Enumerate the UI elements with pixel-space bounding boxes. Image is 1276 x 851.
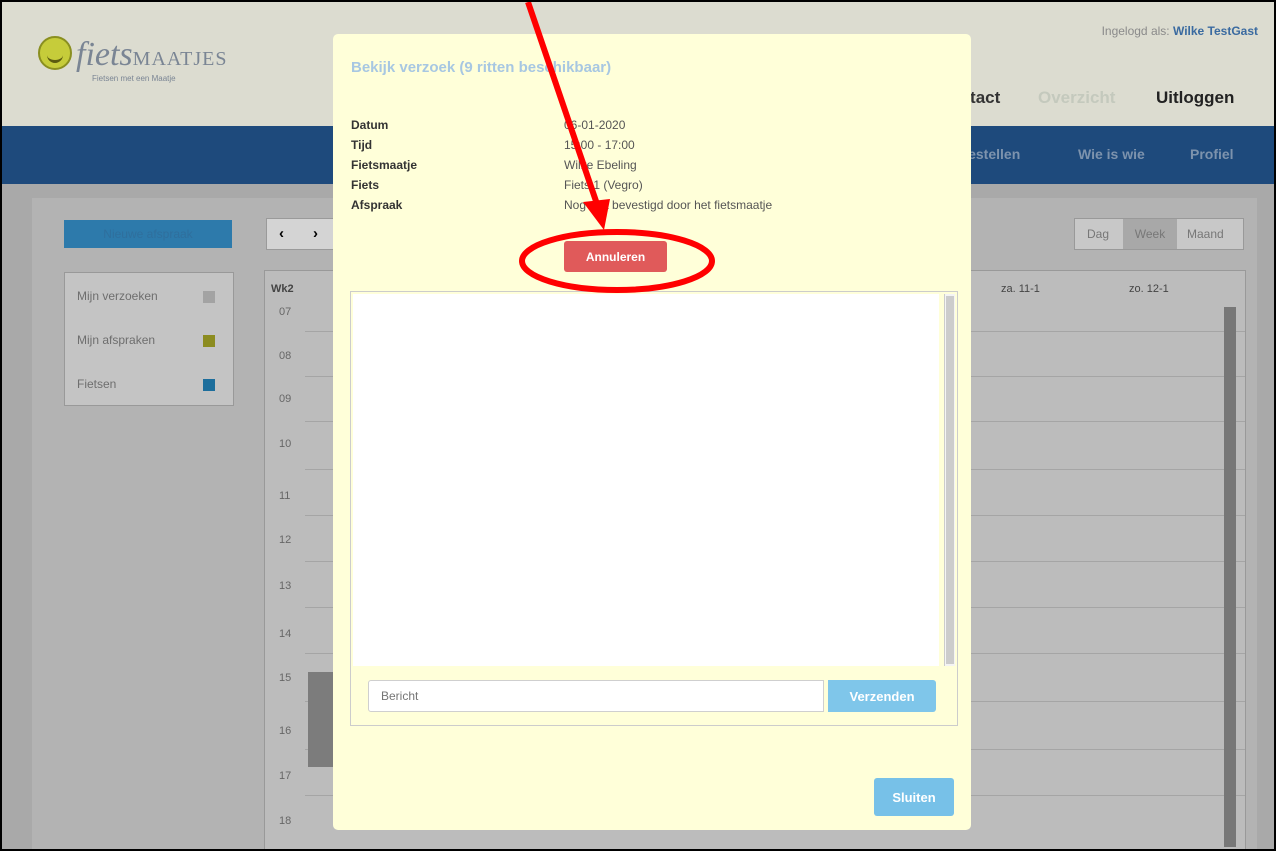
week-number: Wk2 [271, 283, 294, 295]
hour-label: 14 [279, 628, 292, 640]
hour-label: 13 [279, 580, 292, 592]
request-modal: Bekijk verzoek (9 ritten beschikbaar) Da… [333, 34, 971, 830]
new-appointment-button[interactable]: Nieuwe afspraak [64, 220, 232, 248]
legend-label-afspraken[interactable]: Mijn afspraken [77, 333, 155, 347]
nav-uitloggen[interactable]: Uitloggen [1156, 88, 1234, 108]
logo-wordmark: fietsMAATJES [76, 36, 228, 73]
field-value-tijd: 15:00 - 17:00 [564, 138, 635, 152]
hour-label: 18 [279, 815, 292, 827]
send-button[interactable]: Verzenden [828, 680, 936, 712]
hour-label: 17 [279, 770, 292, 782]
hour-label: 11 [279, 490, 291, 502]
field-value-fiets: Fiets 1 (Vegro) [564, 178, 643, 192]
field-label-tijd: Tijd [351, 138, 373, 152]
hour-label: 09 [279, 393, 292, 405]
legend-label-fietsen[interactable]: Fietsen [77, 377, 116, 391]
calendar-scrollbar[interactable] [1224, 307, 1236, 847]
hour-label: 08 [279, 350, 292, 362]
hour-label: 16 [279, 725, 292, 737]
screenshot-frame: fietsMAATJES Fietsen met een Maatje Inge… [0, 0, 1276, 851]
calendar-legend: Mijn verzoeken Mijn afspraken Fietsen [64, 272, 234, 406]
close-button[interactable]: Sluiten [874, 778, 954, 816]
field-value-afspraak: Nog niet bevestigd door het fietsmaatje [564, 198, 773, 212]
view-day-button[interactable]: Dag [1087, 227, 1109, 241]
hour-label: 12 [279, 534, 292, 546]
nav-overzicht[interactable]: Overzicht [1038, 88, 1115, 108]
site-logo[interactable]: fietsMAATJES Fietsen met een Maatje [32, 26, 232, 86]
view-week-button[interactable]: Week [1123, 219, 1177, 249]
logo-tagline: Fietsen met een Maatje [92, 74, 176, 83]
field-value-datum: 06-01-2020 [564, 118, 626, 132]
field-label-datum: Datum [351, 118, 389, 132]
legend-swatch-verzoeken [203, 291, 215, 303]
view-month-button[interactable]: Maand [1187, 227, 1224, 241]
nav-profiel[interactable]: Profiel [1190, 146, 1234, 162]
field-label-fiets: Fiets [351, 178, 380, 192]
message-input[interactable] [368, 680, 824, 712]
hour-label: 10 [279, 438, 292, 450]
hour-label: 07 [279, 306, 292, 318]
calendar-nav: ‹ › [266, 218, 340, 250]
field-value-fietsmaatje: Wilke Ebeling [564, 158, 637, 172]
chat-scrollbar[interactable] [944, 294, 955, 666]
chat-panel: Verzenden [350, 291, 958, 726]
next-icon[interactable]: › [313, 219, 318, 249]
legend-label-verzoeken[interactable]: Mijn verzoeken [77, 289, 158, 303]
legend-swatch-fietsen [203, 379, 215, 391]
login-info: Ingelogd als: Wilke TestGast [1102, 24, 1258, 38]
chat-messages [353, 294, 939, 666]
legend-swatch-afspraken [203, 335, 215, 347]
cancel-button[interactable]: Annuleren [564, 241, 667, 272]
login-label: Ingelogd als: [1101, 24, 1170, 38]
view-switcher: Dag Week Maand [1074, 218, 1244, 250]
login-user: Wilke TestGast [1172, 24, 1258, 38]
field-label-fietsmaatje: Fietsmaatje [351, 158, 418, 172]
column-header-sat: za. 11-1 [1001, 283, 1040, 295]
field-label-afspraak: Afspraak [351, 198, 403, 212]
chat-scrollbar-thumb[interactable] [946, 296, 954, 664]
column-header-sun: zo. 12-1 [1129, 283, 1169, 295]
prev-icon[interactable]: ‹ [279, 219, 284, 249]
modal-title: Bekijk verzoek (9 ritten beschikbaar) [351, 59, 612, 76]
nav-wie-is-wie[interactable]: Wie is wie [1078, 146, 1145, 162]
hour-label: 15 [279, 672, 292, 684]
smiley-icon [38, 36, 72, 70]
